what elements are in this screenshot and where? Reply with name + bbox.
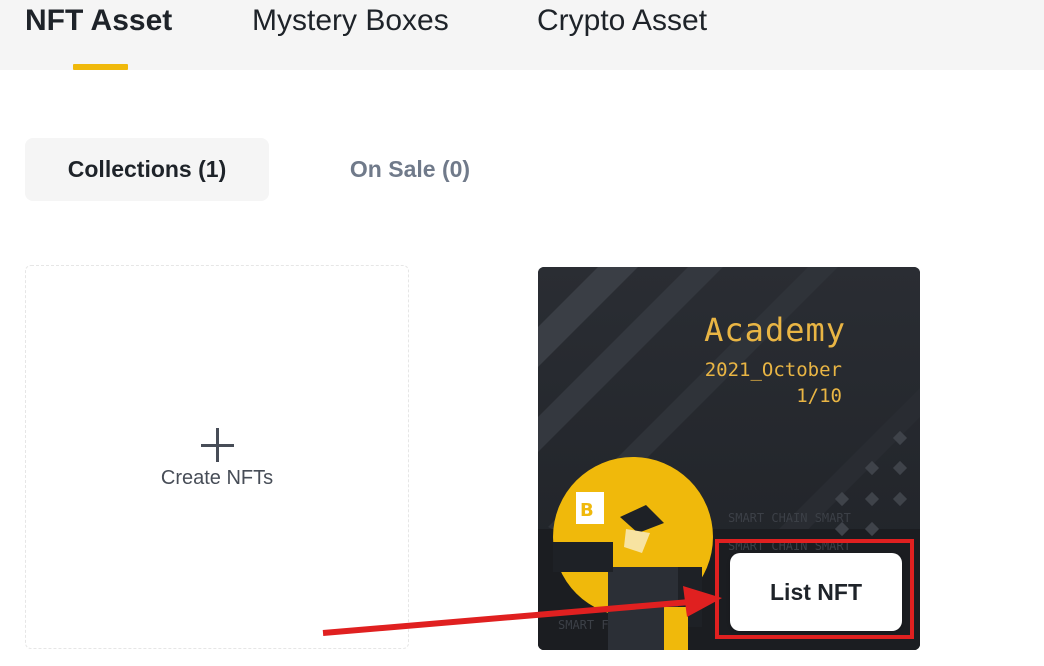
tab-nft-asset[interactable]: NFT Asset <box>25 4 172 38</box>
nft-edition: 1/10 <box>796 385 842 407</box>
tab-on-sale[interactable]: On Sale (0) <box>310 138 510 201</box>
svg-text:B: B <box>580 500 594 521</box>
tab-crypto-asset[interactable]: Crypto Asset <box>537 4 707 38</box>
nft-subtitle: 2021_October <box>704 359 842 381</box>
plus-icon <box>200 428 236 464</box>
top-tab-bar: NFT Asset Mystery Boxes Crypto Asset <box>0 0 1044 70</box>
active-tab-indicator <box>73 64 128 70</box>
create-nft-label: Create NFTs <box>160 467 274 489</box>
list-nft-button[interactable]: List NFT <box>730 553 902 631</box>
tab-collections[interactable]: Collections (1) <box>25 138 269 201</box>
tab-mystery-boxes[interactable]: Mystery Boxes <box>252 4 449 38</box>
svg-text:SMART CHAIN SMART: SMART CHAIN SMART <box>728 539 851 553</box>
nft-title: Academy <box>704 311 846 349</box>
svg-text:SMART CHAIN SMART: SMART CHAIN SMART <box>728 511 851 525</box>
